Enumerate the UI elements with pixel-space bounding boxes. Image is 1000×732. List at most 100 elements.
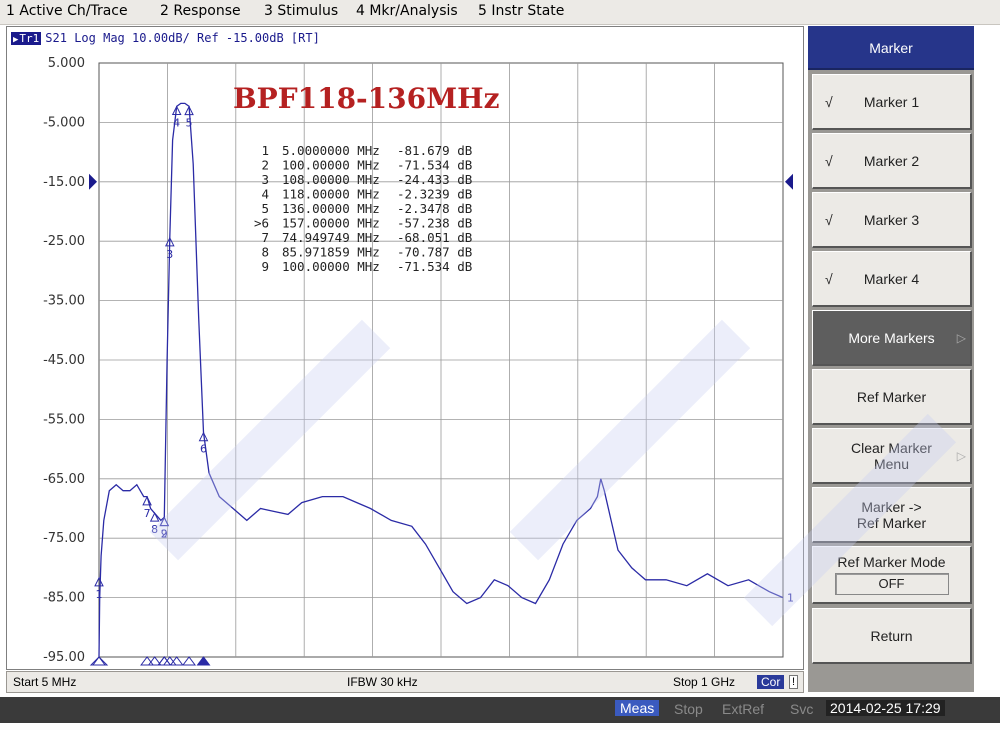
channel-status-bar: Start 5 MHz IFBW 30 kHz Stop 1 GHz Cor !: [6, 671, 804, 693]
marker-table-id: >6: [254, 216, 269, 231]
trace-header: Tr1S21 Log Mag 10.00dB/ Ref -15.00dB [RT…: [11, 31, 320, 45]
softkey-label-line2: Ref Marker: [856, 514, 927, 531]
marker-table-freq: 100.00000 MHz: [282, 158, 380, 173]
softkey-label: Marker 3: [863, 211, 920, 228]
marker-table-id: 2: [261, 158, 269, 173]
softkey-label: Marker 4: [863, 270, 920, 287]
y-tick-label: -45.00: [43, 353, 85, 368]
marker-axis-triangle-icon: [182, 656, 197, 666]
marker-table-id: 3: [261, 172, 269, 187]
marker-table-value: -71.534 dB: [397, 158, 472, 173]
trace-settings-text: S21 Log Mag 10.00dB/ Ref -15.00dB [RT]: [45, 31, 320, 45]
ref-marker-mode-value: OFF: [834, 573, 949, 595]
marker-table-freq: 108.00000 MHz: [282, 172, 380, 187]
softkey-marker-4[interactable]: √ Marker 4: [812, 251, 972, 307]
softkey-label: Marker 1: [863, 93, 920, 110]
correction-badge: Cor: [757, 675, 785, 689]
softkey-marker-to-ref-marker[interactable]: Marker -> Ref Marker: [812, 487, 972, 543]
marker-table-value: -68.051 dB: [397, 230, 472, 245]
check-icon: √: [825, 270, 833, 287]
trace-end-marker-label: 1: [787, 592, 794, 605]
marker-label: 5: [186, 117, 193, 130]
marker-table-id: 9: [261, 259, 269, 274]
softkey-clear-marker-menu[interactable]: Clear Marker Menu ▷: [812, 428, 972, 484]
ref-level-left-icon: [89, 173, 97, 190]
check-icon: √: [825, 152, 833, 169]
softkey-label-line1: Clear Marker: [851, 439, 932, 456]
menu-bar: 1 Active Ch/Trace 2 Response 3 Stimulus …: [0, 0, 1000, 25]
y-tick-label: -25.00: [43, 234, 85, 249]
softkey-ref-marker[interactable]: Ref Marker: [812, 369, 972, 425]
softkey-label-line1: Marker ->: [861, 498, 922, 515]
start-frequency[interactable]: Start 5 MHz: [13, 675, 76, 689]
marker-table-value: -70.787 dB: [397, 245, 472, 260]
menu-active-ch-trace[interactable]: 1 Active Ch/Trace: [6, 3, 128, 19]
y-tick-label: -15.00: [43, 175, 85, 190]
submenu-arrow-icon: ▷: [956, 330, 966, 345]
softkey-label: Marker 2: [863, 152, 920, 169]
softkey-label: Return: [870, 627, 913, 644]
softkey-more-markers[interactable]: More Markers ▷: [812, 310, 972, 366]
marker-table-id: 1: [261, 143, 269, 158]
marker-label: 1: [96, 588, 103, 601]
softkey-ref-marker-mode[interactable]: Ref Marker Mode OFF: [812, 546, 972, 604]
marker-table-freq: 118.00000 MHz: [282, 187, 380, 202]
y-tick-label: -95.00: [43, 650, 85, 665]
marker-axis-triangle-icon: [196, 656, 211, 666]
marker-table-value: -71.534 dB: [397, 259, 472, 274]
y-tick-label: -85.00: [43, 591, 85, 606]
y-tick-label: -65.00: [43, 472, 85, 487]
menu-mkr-analysis[interactable]: 4 Mkr/Analysis: [356, 3, 458, 19]
trace-flag[interactable]: Tr1: [11, 32, 42, 45]
marker-table-id: 4: [261, 187, 269, 202]
trace-plot[interactable]: 5.000 -5.000 -15.00 -25.00 -35.00 -45.00 -55.0…: [7, 27, 803, 669]
marker-label: 7: [144, 507, 151, 520]
menu-stimulus[interactable]: 3 Stimulus: [264, 3, 338, 19]
check-icon: √: [825, 93, 833, 110]
marker-table-freq: 85.971859 MHz: [282, 245, 380, 260]
softkey-menu-title: Marker: [808, 26, 974, 70]
marker-table-id: 8: [261, 245, 269, 260]
marker-table-value: -81.679 dB: [397, 143, 472, 158]
softkey-return[interactable]: Return: [812, 608, 972, 664]
softkey-label: Ref Marker Mode: [837, 554, 946, 570]
marker-table-freq: 136.00000 MHz: [282, 201, 380, 216]
softkey-label: More Markers: [848, 329, 935, 346]
softkey-marker-1[interactable]: √ Marker 1: [812, 74, 972, 130]
marker-table-value: -57.238 dB: [397, 216, 472, 231]
y-tick-label: 5.000: [48, 56, 85, 71]
datetime: 2014-02-25 17:29: [826, 700, 945, 716]
marker-table-value: -2.3239 dB: [397, 187, 472, 202]
marker-table-value: -2.3478 dB: [397, 201, 472, 216]
ref-level-right-icon: [785, 173, 793, 190]
meas-indicator: Meas: [615, 700, 660, 716]
softkey-panel: Marker √ Marker 1 √ Marker 2 √ Marker 3 …: [808, 26, 974, 692]
marker-label: 4: [173, 117, 180, 130]
y-tick-label: -55.00: [43, 412, 85, 427]
marker-table-value: -24.433 dB: [397, 172, 472, 187]
ifbw[interactable]: IFBW 30 kHz: [347, 675, 418, 689]
svc-indicator: Svc: [790, 701, 814, 717]
plot-title: BPF118-136MHz: [233, 82, 499, 115]
instrument-status-bar: Meas Stop ExtRef Svc 2014-02-25 17:29: [0, 697, 1000, 723]
stop-indicator: Stop: [674, 701, 703, 717]
softkey-marker-3[interactable]: √ Marker 3: [812, 192, 972, 248]
stop-frequency[interactable]: Stop 1 GHz: [673, 675, 735, 689]
marker-label: 6: [200, 443, 207, 456]
menu-response[interactable]: 2 Response: [160, 3, 241, 19]
marker-table-freq: 157.00000 MHz: [282, 216, 380, 231]
plot-window[interactable]: 5.000 -5.000 -15.00 -25.00 -35.00 -45.00 -55.0…: [6, 26, 804, 670]
marker-table-id: 7: [261, 230, 269, 245]
extref-indicator: ExtRef: [722, 701, 765, 717]
marker-table-freq: 100.00000 MHz: [282, 259, 380, 274]
softkey-label-line2: Menu: [873, 455, 910, 472]
marker-table-id: 5: [261, 201, 269, 216]
y-tick-label: -5.000: [43, 115, 85, 130]
status-warning-badge: !: [789, 675, 799, 689]
submenu-arrow-icon: ▷: [956, 448, 966, 463]
menu-instr-state[interactable]: 5 Instr State: [478, 3, 564, 19]
y-tick-label: -75.00: [43, 531, 85, 546]
softkey-marker-2[interactable]: √ Marker 2: [812, 133, 972, 189]
y-tick-label: -35.00: [43, 294, 85, 309]
marker-label: 3: [166, 248, 173, 261]
